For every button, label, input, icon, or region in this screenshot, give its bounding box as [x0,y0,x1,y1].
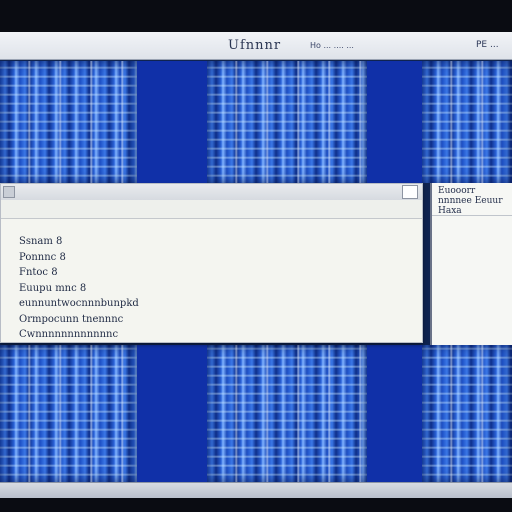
dialog-line: Euupu mnc 8 [19,282,87,294]
dialog-body: Ssnam 8 Ponnnc 8 Fntoc 8 Euupu mnc 8 eun… [19,234,409,343]
side-panel-divider [432,215,512,216]
content-gap-bottom-2 [367,345,422,482]
status-bar [0,482,512,498]
content-tile-top-middle[interactable] [207,61,367,183]
info-dialog: Ssnam 8 Ponnnc 8 Fntoc 8 Euupu mnc 8 eun… [0,183,423,343]
dialog-line: Ssnam 8 [19,236,63,247]
window-title: Ufnnnr [228,38,282,53]
content-tile-bottom-middle[interactable] [207,345,367,482]
dialog-line: Fntoc 8 [19,267,58,278]
dialog-close-icon[interactable] [402,185,418,199]
dialog-line: Ponnnc 8 [19,251,66,263]
side-info-panel: Euooorr nnnnee Eeuur Haxa [430,183,512,345]
dialog-header[interactable] [1,184,422,201]
window-right-label: PE ... [476,40,499,50]
window-subtitle: Ho ... .... ... [310,41,354,50]
content-tile-top-right[interactable] [422,61,512,183]
dialog-line: Ormpocunn tnennnc [19,313,124,325]
content-tile-bottom-left[interactable] [0,345,137,482]
content-tile-top-left[interactable] [0,61,137,183]
dialog-menu-icon[interactable] [3,186,15,198]
side-panel-heading: Euooorr nnnnee Eeuur Haxa [438,186,503,216]
dialog-line: eunnuntwocnnnbunpkd [19,298,139,309]
content-gap-top-2 [367,61,422,183]
content-gap-top-1 [137,61,207,183]
content-tile-bottom-right[interactable] [422,345,512,482]
content-gap-bottom-1 [137,345,207,482]
dialog-toolbar [1,200,422,219]
window-title-bar[interactable]: Ufnnnr Ho ... .... ... PE ... [0,32,512,60]
dialog-line: Cwnnnnnnnnnnnnc [19,329,119,340]
